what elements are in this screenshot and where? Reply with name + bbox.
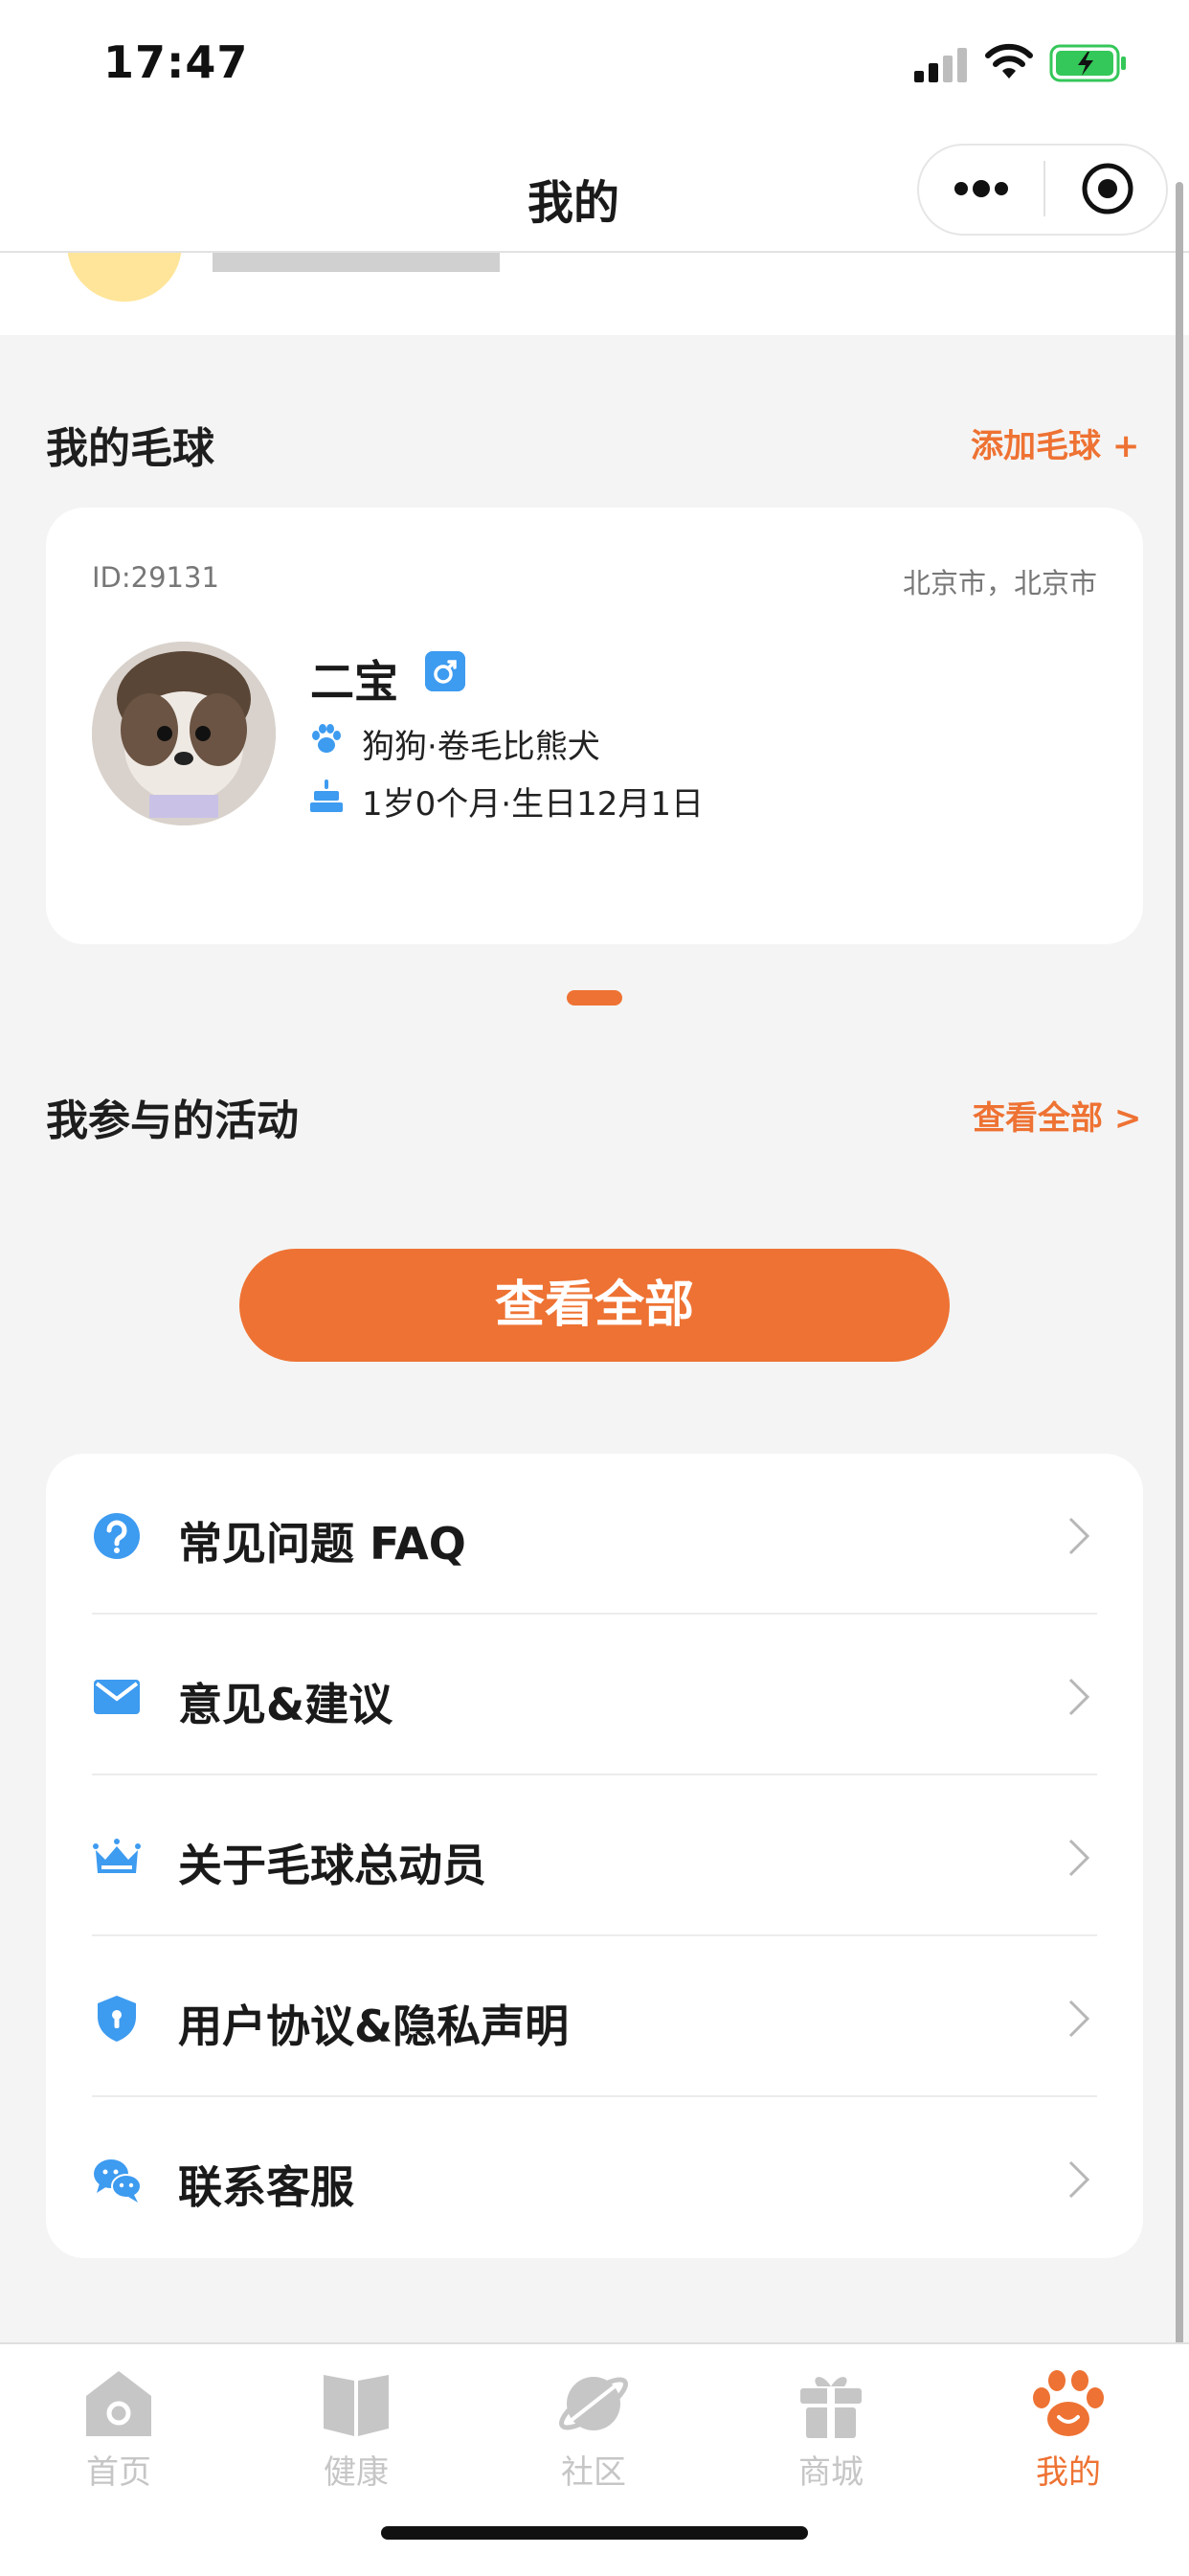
battery-icon: [1049, 44, 1126, 82]
scroll-indicator[interactable]: [1176, 182, 1183, 2413]
mail-icon: [94, 1680, 140, 1714]
close-miniprogram-icon[interactable]: [1080, 161, 1135, 216]
home-icon: [86, 2371, 151, 2436]
pet-photo: [92, 642, 276, 825]
chevron-right-icon: [1068, 1678, 1090, 1716]
male-gender-icon: [425, 651, 465, 691]
pet-id: ID:29131: [92, 561, 219, 594]
tab-label: 健康: [324, 2453, 389, 2492]
gift-icon: [800, 2377, 862, 2438]
paw-icon: [312, 724, 341, 753]
tab-mall[interactable]: 商城: [712, 2365, 950, 2499]
cellular-signal-icon: [914, 48, 967, 82]
menu-item-faq[interactable]: 常见问题 FAQ: [46, 1454, 1143, 1615]
chevron-right-icon: [1068, 2000, 1090, 2038]
my-pets-title: 我的毛球: [46, 424, 214, 473]
question-icon: [94, 1513, 140, 1559]
menu-item-label: 关于毛球总动员: [178, 1840, 486, 1891]
menu-card: 常见问题 FAQ 意见&建议 关于毛球总动员 用户协议&隐私声明 联系客服: [46, 1454, 1143, 2258]
chevron-right-icon: [1068, 1517, 1090, 1555]
planet-icon: [559, 2377, 628, 2430]
add-pet-link[interactable]: 添加毛球 +: [971, 419, 1139, 466]
wifi-icon: [985, 43, 1033, 79]
chat-icon: [94, 2159, 142, 2203]
pet-age-birthday: 1岁0个月·生日12月1日: [362, 785, 704, 824]
home-indicator: [381, 2526, 808, 2540]
view-all-button[interactable]: 查看全部: [239, 1249, 950, 1362]
menu-item-privacy[interactable]: 用户协议&隐私声明: [46, 1936, 1143, 2097]
crown-icon: [93, 1839, 141, 1873]
tab-label: 社区: [561, 2453, 626, 2492]
tab-label: 商城: [798, 2453, 864, 2492]
tab-label: 首页: [86, 2453, 151, 2492]
activities-view-all-link[interactable]: 查看全部 >: [973, 1092, 1141, 1139]
tab-home[interactable]: 首页: [0, 2365, 237, 2499]
menu-item-customer-service[interactable]: 联系客服: [46, 2097, 1143, 2258]
more-dots-icon[interactable]: [953, 178, 1009, 199]
menu-item-label: 意见&建议: [178, 1679, 393, 1730]
menu-item-about[interactable]: 关于毛球总动员: [46, 1775, 1143, 1936]
book-icon: [324, 2375, 389, 2436]
birthday-cake-icon: [310, 780, 343, 812]
chevron-right-icon: [1068, 1839, 1090, 1877]
chevron-right-icon: [1068, 2160, 1090, 2199]
menu-item-label: 联系客服: [178, 2161, 354, 2213]
pet-name: 二宝: [310, 656, 398, 708]
tab-label: 我的: [1036, 2453, 1101, 2492]
tab-mine[interactable]: 我的: [950, 2365, 1187, 2499]
capsule-divider: [1043, 161, 1045, 216]
activities-title: 我参与的活动: [46, 1096, 299, 1145]
tab-health[interactable]: 健康: [237, 2365, 475, 2499]
menu-item-feedback[interactable]: 意见&建议: [46, 1615, 1143, 1775]
shield-icon: [98, 1996, 136, 2042]
tab-community[interactable]: 社区: [475, 2365, 712, 2499]
menu-item-label: 常见问题 FAQ: [178, 1518, 466, 1570]
paw-icon: [1033, 2370, 1104, 2436]
status-time: 17:47: [103, 36, 249, 88]
pet-breed: 狗狗·卷毛比熊犬: [362, 728, 600, 766]
menu-item-label: 用户协议&隐私声明: [178, 2000, 570, 2052]
carousel-indicator: [567, 990, 622, 1006]
pet-city: 北京市，北京市: [902, 567, 1097, 599]
